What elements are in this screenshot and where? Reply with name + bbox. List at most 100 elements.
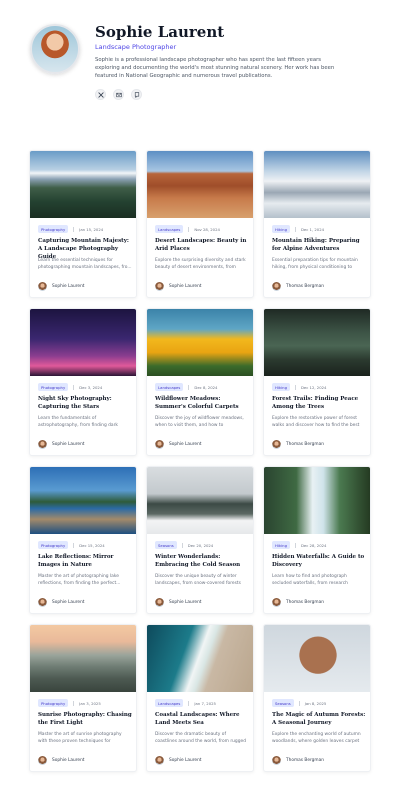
post-title[interactable]: Coastal Landscapes: Where Land Meets Sea bbox=[155, 711, 249, 727]
post-title[interactable]: The Magic of Autumn Forests: A Seasonal … bbox=[272, 711, 366, 727]
category-badge[interactable]: Landscapes bbox=[155, 383, 184, 391]
post-thumbnail[interactable] bbox=[264, 151, 370, 218]
post-thumbnail[interactable] bbox=[264, 625, 370, 692]
post-thumbnail[interactable] bbox=[147, 467, 253, 534]
post-date: Jan 7, 2025 bbox=[194, 700, 216, 706]
post-card[interactable]: Seasons Jan 8, 2025 The Magic of Autumn … bbox=[263, 624, 371, 772]
post-title[interactable]: Night Sky Photography: Capturing the Sta… bbox=[38, 395, 132, 411]
post-author[interactable]: Sophie Laurent bbox=[38, 282, 85, 291]
category-badge[interactable]: Photography bbox=[38, 225, 69, 233]
author-name: Sophie Laurent bbox=[52, 442, 85, 447]
post-author[interactable]: Thomas Bergman bbox=[272, 598, 324, 607]
meta-divider bbox=[294, 226, 296, 232]
mail-icon bbox=[115, 92, 122, 97]
post-excerpt: Explore the enchanting world of autumn w… bbox=[272, 732, 361, 744]
author-name: Thomas Bergman bbox=[286, 284, 324, 289]
post-title[interactable]: Wildflower Meadows: Summer's Colorful Ca… bbox=[155, 395, 249, 411]
post-card[interactable]: Photography Dec 3, 2024 Night Sky Photog… bbox=[29, 308, 137, 456]
post-card[interactable]: Hiking Dec 28, 2024 Hidden Waterfalls: A… bbox=[263, 466, 371, 614]
category-badge[interactable]: Photography bbox=[38, 541, 69, 549]
post-card[interactable]: Photography Dec 15, 2024 Lake Reflection… bbox=[29, 466, 137, 614]
meta-divider bbox=[188, 700, 190, 706]
post-meta: Photography Jan 15, 2024 bbox=[38, 225, 103, 233]
category-badge[interactable]: Seasons bbox=[272, 699, 294, 707]
category-badge[interactable]: Hiking bbox=[272, 383, 290, 391]
profile-name: Sophie Laurent bbox=[95, 23, 225, 41]
post-meta: Photography Dec 15, 2024 bbox=[38, 541, 105, 549]
author-avatar bbox=[38, 756, 47, 765]
post-title[interactable]: Sunrise Photography: Chasing the First L… bbox=[38, 711, 132, 727]
post-author[interactable]: Sophie Laurent bbox=[38, 756, 85, 765]
author-name: Sophie Laurent bbox=[52, 758, 85, 763]
post-thumbnail[interactable] bbox=[30, 309, 136, 376]
post-thumbnail[interactable] bbox=[264, 309, 370, 376]
post-date: Dec 12, 2024 bbox=[300, 384, 327, 390]
meta-divider bbox=[298, 700, 300, 706]
post-excerpt: Discover the unique beauty of winter lan… bbox=[155, 574, 241, 586]
post-date: Jan 15, 2024 bbox=[79, 226, 104, 232]
author-avatar bbox=[155, 282, 164, 291]
post-title[interactable]: Winter Wonderlands: Embracing the Cold S… bbox=[155, 553, 249, 569]
post-author[interactable]: Sophie Laurent bbox=[155, 598, 202, 607]
author-avatar bbox=[155, 756, 164, 765]
post-thumbnail[interactable] bbox=[147, 309, 253, 376]
author-avatar bbox=[38, 282, 47, 291]
meta-divider bbox=[294, 384, 296, 390]
post-title[interactable]: Lake Reflections: Mirror Images in Natur… bbox=[38, 553, 132, 569]
post-excerpt: Essential preparation tips for mountain … bbox=[272, 258, 358, 270]
post-card[interactable]: Landscapes Dec 8, 2024 Wildflower Meadow… bbox=[146, 308, 254, 456]
message-link[interactable] bbox=[131, 89, 142, 100]
post-card[interactable]: Photography Jan 3, 2025 Sunrise Photogra… bbox=[29, 624, 137, 772]
author-name: Sophie Laurent bbox=[169, 442, 202, 447]
profile-bio: Sophie is a professional landscape photo… bbox=[95, 57, 335, 79]
post-date: Dec 15, 2024 bbox=[79, 542, 105, 548]
author-name: Sophie Laurent bbox=[52, 600, 85, 605]
post-card[interactable]: Seasons Dec 20, 2024 Winter Wonderlands:… bbox=[146, 466, 254, 614]
meta-divider bbox=[294, 542, 296, 548]
post-author[interactable]: Sophie Laurent bbox=[155, 282, 202, 291]
post-excerpt: Master the art of sunrise photography wi… bbox=[38, 732, 122, 744]
author-profile: Sophie Laurent Landscape Photographer So… bbox=[30, 23, 375, 104]
post-title[interactable]: Hidden Waterfalls: A Guide to Discovery bbox=[272, 553, 366, 569]
post-card[interactable]: Photography Jan 15, 2024 Capturing Mount… bbox=[29, 150, 137, 298]
post-author[interactable]: Sophie Laurent bbox=[155, 440, 202, 449]
post-author[interactable]: Thomas Bergman bbox=[272, 282, 324, 291]
post-excerpt: Discover the joy of wildflower meadows, … bbox=[155, 416, 244, 428]
post-thumbnail[interactable] bbox=[30, 151, 136, 218]
post-author[interactable]: Sophie Laurent bbox=[155, 756, 202, 765]
x-link[interactable] bbox=[95, 89, 106, 100]
post-title[interactable]: Mountain Hiking: Preparing for Alpine Ad… bbox=[272, 237, 366, 253]
post-thumbnail[interactable] bbox=[30, 467, 136, 534]
post-thumbnail[interactable] bbox=[147, 625, 253, 692]
post-card[interactable]: Hiking Dec 1, 2024 Mountain Hiking: Prep… bbox=[263, 150, 371, 298]
post-title[interactable]: Desert Landscapes: Beauty in Arid Places bbox=[155, 237, 249, 253]
post-thumbnail[interactable] bbox=[264, 467, 370, 534]
category-badge[interactable]: Photography bbox=[38, 383, 69, 391]
category-badge[interactable]: Hiking bbox=[272, 225, 290, 233]
email-link[interactable] bbox=[113, 89, 124, 100]
category-badge[interactable]: Photography bbox=[38, 699, 69, 707]
post-card[interactable]: Hiking Dec 12, 2024 Forest Trails: Findi… bbox=[263, 308, 371, 456]
meta-divider bbox=[73, 542, 75, 548]
post-date: Dec 3, 2024 bbox=[79, 384, 103, 390]
post-excerpt: Explore the surprising diversity and sta… bbox=[155, 258, 246, 270]
author-avatar bbox=[272, 598, 281, 607]
post-author[interactable]: Sophie Laurent bbox=[38, 598, 85, 607]
post-meta: Hiking Dec 28, 2024 bbox=[272, 541, 326, 549]
meta-divider bbox=[181, 542, 183, 548]
post-title[interactable]: Forest Trails: Finding Peace Among the T… bbox=[272, 395, 366, 411]
author-avatar bbox=[272, 282, 281, 291]
category-badge[interactable]: Landscapes bbox=[155, 225, 184, 233]
post-card[interactable]: Landscapes Nov 28, 2024 Desert Landscape… bbox=[146, 150, 254, 298]
author-avatar bbox=[272, 440, 281, 449]
post-thumbnail[interactable] bbox=[147, 151, 253, 218]
category-badge[interactable]: Hiking bbox=[272, 541, 290, 549]
post-card[interactable]: Landscapes Jan 7, 2025 Coastal Landscape… bbox=[146, 624, 254, 772]
category-badge[interactable]: Landscapes bbox=[155, 699, 184, 707]
post-author[interactable]: Sophie Laurent bbox=[38, 440, 85, 449]
category-badge[interactable]: Seasons bbox=[155, 541, 177, 549]
post-date: Dec 20, 2024 bbox=[187, 542, 214, 548]
post-thumbnail[interactable] bbox=[30, 625, 136, 692]
post-author[interactable]: Thomas Bergman bbox=[272, 440, 324, 449]
post-author[interactable]: Thomas Bergman bbox=[272, 756, 324, 765]
